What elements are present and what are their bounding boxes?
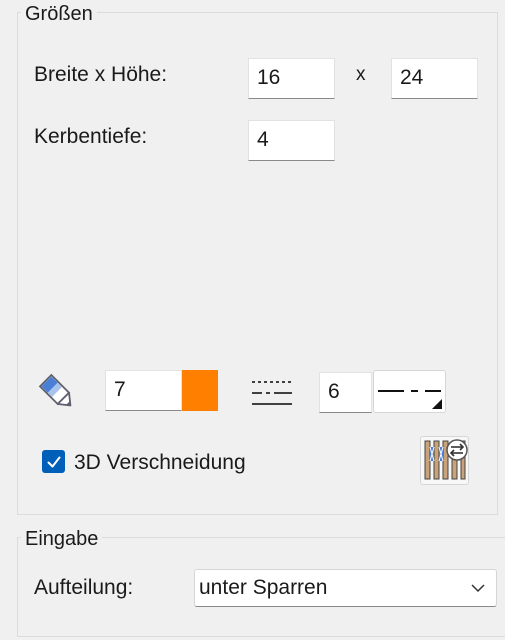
line-type-icon: [250, 378, 294, 408]
pen-color-swatch[interactable]: [182, 370, 218, 411]
chevron-down-icon: [471, 584, 485, 593]
division-select[interactable]: unter Sparren: [194, 569, 497, 607]
division-selected-value: unter Sparren: [199, 576, 328, 599]
line-type-input[interactable]: 6: [319, 372, 372, 413]
dash-dot-line-icon: [378, 390, 442, 409]
notch-depth-label: Kerbentiefe:: [34, 125, 148, 148]
height-input[interactable]: 24: [391, 58, 478, 99]
pencil-icon[interactable]: [36, 371, 78, 413]
width-height-label: Breite x Höhe:: [34, 63, 168, 86]
notch-depth-input[interactable]: 4: [248, 120, 335, 161]
rafter-settings-button[interactable]: [420, 436, 469, 485]
three-d-checkbox[interactable]: [42, 450, 65, 473]
times-symbol: x: [356, 64, 366, 85]
sizes-group-title: Größen: [21, 2, 97, 26]
rafter-settings-icon: [424, 439, 468, 480]
input-group-title: Eingabe: [21, 527, 103, 551]
three-d-label[interactable]: 3D Verschneidung: [74, 450, 246, 476]
pen-number-input[interactable]: 7: [105, 370, 182, 411]
division-label: Aufteilung:: [34, 576, 134, 599]
line-style-picker[interactable]: [373, 370, 446, 413]
checkmark-icon: [47, 456, 60, 467]
width-input[interactable]: 16: [248, 58, 335, 99]
